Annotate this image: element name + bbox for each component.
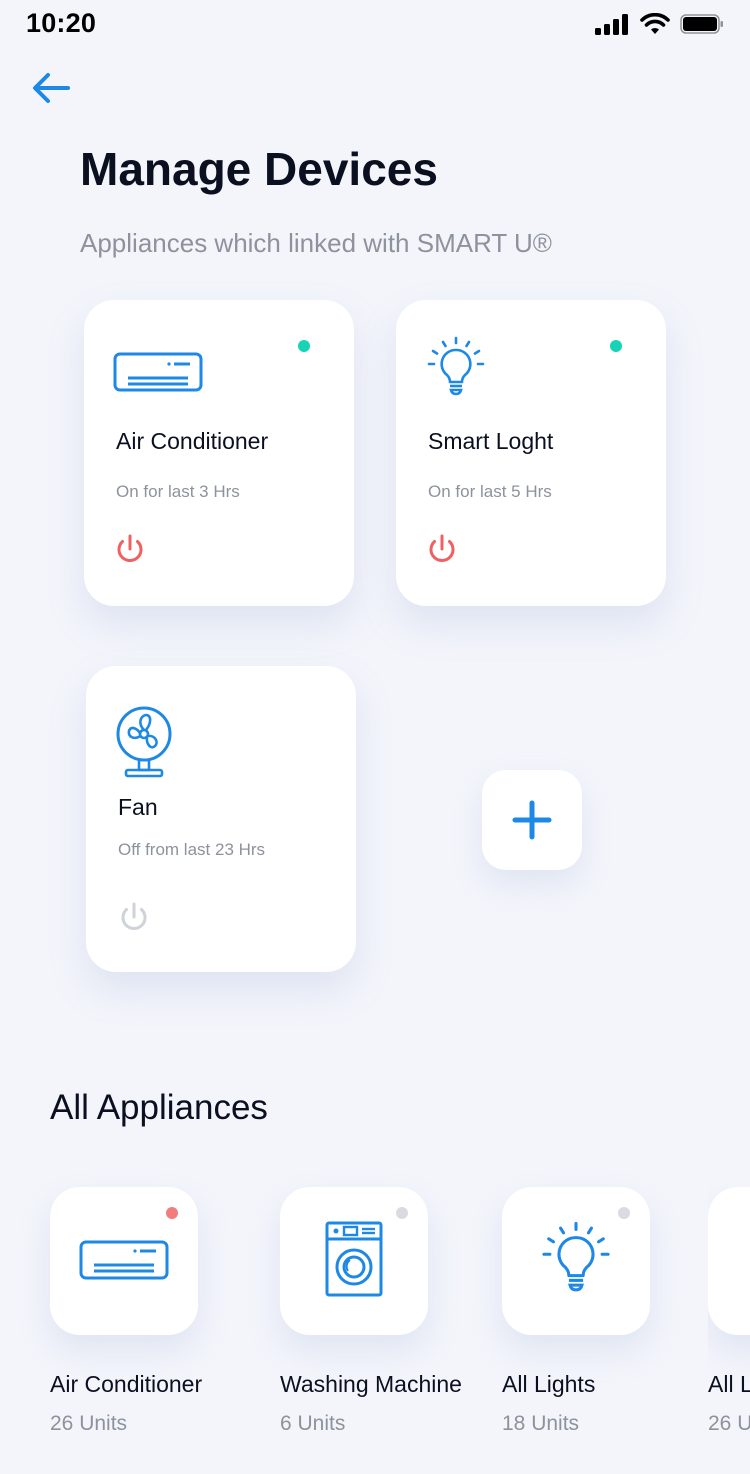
device-card-smart-light[interactable]: Smart Loght On for last 5 Hrs [396,300,666,606]
online-status-dot [610,340,622,352]
appliance-tile[interactable] [280,1187,428,1335]
back-arrow-icon[interactable] [28,68,72,112]
page-title: Manage Devices [80,143,438,195]
device-status: Off from last 23 Hrs [118,840,266,859]
device-status: On for last 3 Hrs [116,482,240,501]
appliance-units: 26 Units [50,1412,128,1435]
status-dot [618,1207,630,1219]
power-icon[interactable] [424,532,460,568]
appliance-item[interactable]: All Lights 18 Units [502,1187,702,1436]
online-status-dot [298,340,310,352]
device-name: Fan [118,794,158,820]
washing-machine-icon [325,1221,383,1297]
device-status: On for last 5 Hrs [428,482,552,501]
battery-icon [680,14,723,34]
appliance-tile[interactable] [708,1187,750,1335]
device-card-fan[interactable]: Fan Off from last 23 Hrs [86,666,356,972]
appliance-tile[interactable] [502,1187,650,1335]
power-icon[interactable] [112,532,148,568]
device-name: Air Conditioner [116,428,269,454]
air-conditioner-icon [113,352,203,392]
appliance-tile[interactable] [50,1187,198,1335]
device-card-air-conditioner[interactable]: Air Conditioner On for last 3 Hrs [84,300,354,606]
light-bulb-icon [427,336,485,396]
appliance-name: All Lights [502,1371,596,1397]
appliance-units: 26 Units [708,1412,750,1435]
appliance-units: 18 Units [502,1412,580,1435]
status-icons [594,12,724,36]
status-time: 10:20 [26,8,97,38]
power-icon[interactable] [116,900,152,936]
appliance-item[interactable]: All Lights 26 Units [708,1187,750,1436]
appliance-item[interactable]: Air Conditioner 26 Units [50,1187,250,1436]
page-subtitle: Appliances which linked with SMART U® [80,228,552,258]
appliance-units: 6 Units [280,1412,346,1435]
appliance-item[interactable]: Washing Machine 6 Units [280,1187,480,1436]
wifi-icon [640,13,670,34]
section-title: All Appliances [50,1088,268,1127]
add-device-button[interactable] [482,770,582,870]
air-conditioner-icon [79,1240,169,1280]
appliance-name: Washing Machine [280,1371,462,1397]
signal-icon [595,14,628,35]
fan-icon [116,706,172,778]
device-name: Smart Loght [428,428,554,454]
plus-icon [512,800,552,840]
appliance-name: Air Conditioner [50,1371,203,1397]
light-bulb-icon [542,1221,610,1292]
appliance-name: All Lights [708,1371,750,1397]
